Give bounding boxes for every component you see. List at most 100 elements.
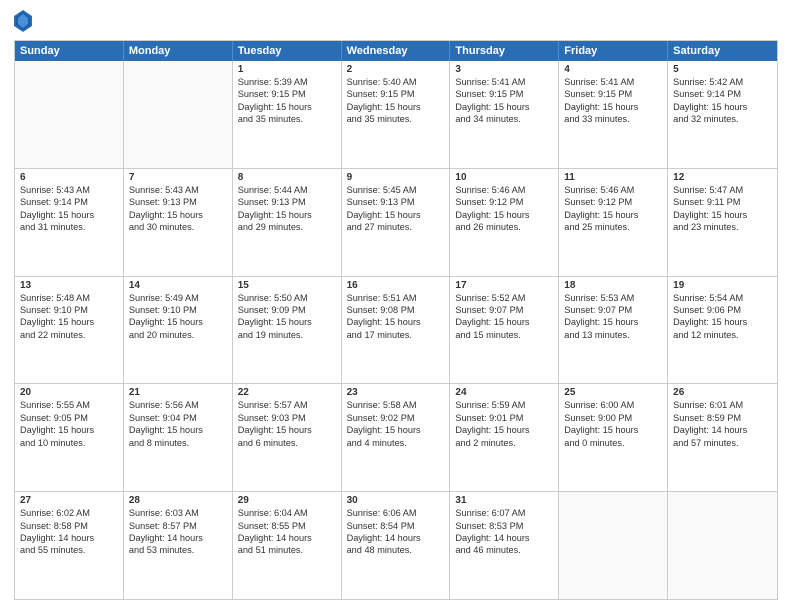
cell-line: and 51 minutes. bbox=[238, 544, 336, 556]
cal-cell-6: 6Sunrise: 5:43 AMSunset: 9:14 PMDaylight… bbox=[15, 169, 124, 276]
cell-line: and 46 minutes. bbox=[455, 544, 553, 556]
logo-icon bbox=[14, 10, 32, 32]
day-number: 11 bbox=[564, 172, 662, 183]
cell-line: Sunrise: 6:07 AM bbox=[455, 507, 553, 519]
cell-line: and 30 minutes. bbox=[129, 221, 227, 233]
cell-line: Sunset: 8:55 PM bbox=[238, 520, 336, 532]
cell-line: Sunset: 9:13 PM bbox=[129, 196, 227, 208]
cell-line: Sunset: 9:15 PM bbox=[564, 88, 662, 100]
cell-line: Sunrise: 5:44 AM bbox=[238, 184, 336, 196]
cell-line: Daylight: 15 hours bbox=[347, 209, 445, 221]
cell-line: Daylight: 14 hours bbox=[238, 532, 336, 544]
cal-cell-21: 21Sunrise: 5:56 AMSunset: 9:04 PMDayligh… bbox=[124, 384, 233, 491]
day-number: 21 bbox=[129, 387, 227, 398]
cell-line: and 35 minutes. bbox=[238, 113, 336, 125]
cell-line: Sunset: 9:07 PM bbox=[564, 304, 662, 316]
calendar-body: 1Sunrise: 5:39 AM Sunset: 9:15 PM Daylight… bbox=[15, 61, 777, 599]
cal-cell-empty-4-5 bbox=[559, 492, 668, 599]
day-number: 16 bbox=[347, 280, 445, 291]
cell-line: Sunrise: 5:55 AM bbox=[20, 399, 118, 411]
cell-line: Sunset: 9:11 PM bbox=[673, 196, 772, 208]
cell-line: Sunset: 8:53 PM bbox=[455, 520, 553, 532]
cell-line: Sunrise: 5:39 AM bbox=[238, 76, 336, 88]
day-number: 12 bbox=[673, 172, 772, 183]
cal-cell-17: 17Sunrise: 5:52 AMSunset: 9:07 PMDayligh… bbox=[450, 277, 559, 384]
day-number: 13 bbox=[20, 280, 118, 291]
cell-line: Sunset: 9:04 PM bbox=[129, 412, 227, 424]
cell-line: Sunset: 9:15 PM bbox=[347, 88, 445, 100]
cell-line: Sunset: 9:02 PM bbox=[347, 412, 445, 424]
cell-line: and 26 minutes. bbox=[455, 221, 553, 233]
cell-line: Sunrise: 5:41 AM bbox=[455, 76, 553, 88]
day-number: 25 bbox=[564, 387, 662, 398]
day-number: 3 bbox=[455, 64, 553, 75]
day-number: 23 bbox=[347, 387, 445, 398]
cell-line: Daylight: 14 hours bbox=[673, 424, 772, 436]
cell-line: and 15 minutes. bbox=[455, 329, 553, 341]
cell-line: Sunset: 9:10 PM bbox=[129, 304, 227, 316]
cell-line: and 35 minutes. bbox=[347, 113, 445, 125]
cal-cell-14: 14Sunrise: 5:49 AMSunset: 9:10 PMDayligh… bbox=[124, 277, 233, 384]
day-number: 18 bbox=[564, 280, 662, 291]
cal-cell-4: 4Sunrise: 5:41 AMSunset: 9:15 PMDaylight… bbox=[559, 61, 668, 168]
cell-line: Sunrise: 5:49 AM bbox=[129, 292, 227, 304]
cell-line: and 25 minutes. bbox=[564, 221, 662, 233]
cal-cell-18: 18Sunrise: 5:53 AMSunset: 9:07 PMDayligh… bbox=[559, 277, 668, 384]
cal-cell-25: 25Sunrise: 6:00 AMSunset: 9:00 PMDayligh… bbox=[559, 384, 668, 491]
cell-line: Sunrise: 6:04 AM bbox=[238, 507, 336, 519]
header-day-tuesday: Tuesday bbox=[233, 41, 342, 61]
cell-line: and 17 minutes. bbox=[347, 329, 445, 341]
cell-line: and 19 minutes. bbox=[238, 329, 336, 341]
cell-line: and 27 minutes. bbox=[347, 221, 445, 233]
header-day-wednesday: Wednesday bbox=[342, 41, 451, 61]
cell-line: and 31 minutes. bbox=[20, 221, 118, 233]
cell-line: Sunrise: 5:43 AM bbox=[20, 184, 118, 196]
cal-cell-16: 16Sunrise: 5:51 AMSunset: 9:08 PMDayligh… bbox=[342, 277, 451, 384]
cell-line: Sunrise: 5:47 AM bbox=[673, 184, 772, 196]
cell-line: and 12 minutes. bbox=[673, 329, 772, 341]
cell-line: Daylight: 15 hours bbox=[673, 101, 772, 113]
cell-line: Sunrise: 5:57 AM bbox=[238, 399, 336, 411]
day-number: 1 bbox=[238, 64, 336, 75]
calendar: SundayMondayTuesdayWednesdayThursdayFrid… bbox=[14, 40, 778, 600]
day-number: 31 bbox=[455, 495, 553, 506]
calendar-header-row: SundayMondayTuesdayWednesdayThursdayFrid… bbox=[15, 41, 777, 61]
cell-line: Daylight: 15 hours bbox=[347, 316, 445, 328]
cell-line: Daylight: 15 hours bbox=[347, 424, 445, 436]
cal-cell-26: 26Sunrise: 6:01 AMSunset: 8:59 PMDayligh… bbox=[668, 384, 777, 491]
cell-line: Daylight: 15 hours bbox=[129, 316, 227, 328]
cal-cell-19: 19Sunrise: 5:54 AMSunset: 9:06 PMDayligh… bbox=[668, 277, 777, 384]
cal-cell-empty-0-1 bbox=[124, 61, 233, 168]
page: SundayMondayTuesdayWednesdayThursdayFrid… bbox=[0, 0, 792, 612]
day-number: 26 bbox=[673, 387, 772, 398]
cell-line: Daylight: 15 hours bbox=[20, 424, 118, 436]
cell-line: Sunset: 8:54 PM bbox=[347, 520, 445, 532]
day-number: 14 bbox=[129, 280, 227, 291]
day-number: 30 bbox=[347, 495, 445, 506]
cell-line: and 34 minutes. bbox=[455, 113, 553, 125]
cell-line: and 22 minutes. bbox=[20, 329, 118, 341]
cell-line: Sunset: 9:05 PM bbox=[20, 412, 118, 424]
cal-cell-8: 8Sunrise: 5:44 AMSunset: 9:13 PMDaylight… bbox=[233, 169, 342, 276]
cell-line: and 6 minutes. bbox=[238, 437, 336, 449]
cal-cell-empty-0-0 bbox=[15, 61, 124, 168]
calendar-row-4: 27Sunrise: 6:02 AMSunset: 8:58 PMDayligh… bbox=[15, 491, 777, 599]
cell-line: Sunrise: 6:02 AM bbox=[20, 507, 118, 519]
cell-line: Daylight: 15 hours bbox=[238, 316, 336, 328]
day-number: 20 bbox=[20, 387, 118, 398]
cell-line: and 10 minutes. bbox=[20, 437, 118, 449]
cell-line: Daylight: 15 hours bbox=[564, 424, 662, 436]
cell-line: Sunrise: 5:59 AM bbox=[455, 399, 553, 411]
logo bbox=[14, 12, 34, 32]
cell-line: and 55 minutes. bbox=[20, 544, 118, 556]
cell-line: Sunrise: 5:53 AM bbox=[564, 292, 662, 304]
cal-cell-1: 1Sunrise: 5:39 AMSunset: 9:15 PMDaylight… bbox=[233, 61, 342, 168]
cell-line: and 4 minutes. bbox=[347, 437, 445, 449]
cell-line: Sunrise: 5:58 AM bbox=[347, 399, 445, 411]
cell-line: Sunrise: 5:41 AM bbox=[564, 76, 662, 88]
cell-line: and 20 minutes. bbox=[129, 329, 227, 341]
cell-line: and 33 minutes. bbox=[564, 113, 662, 125]
cell-line: Daylight: 15 hours bbox=[238, 209, 336, 221]
calendar-row-1: 6Sunrise: 5:43 AMSunset: 9:14 PMDaylight… bbox=[15, 168, 777, 276]
day-number: 19 bbox=[673, 280, 772, 291]
